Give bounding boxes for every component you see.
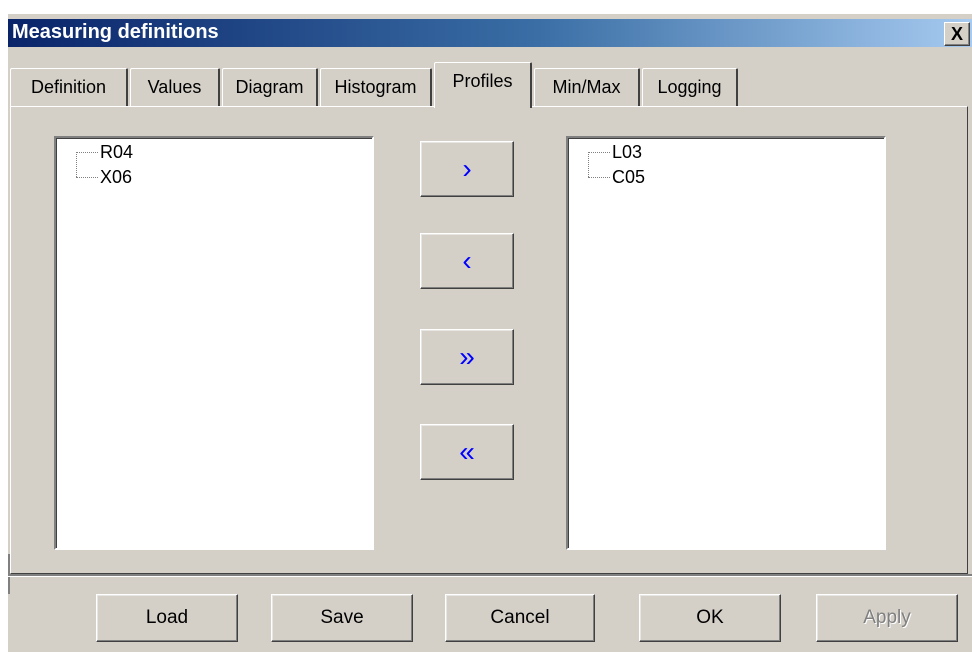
move-all-right-button[interactable]: »	[420, 329, 514, 385]
close-button[interactable]: X	[944, 22, 970, 46]
save-button[interactable]: Save	[271, 594, 413, 642]
tab-strip: Definition Values Diagram Histogram Prof…	[10, 54, 970, 114]
chevron-left-icon: ‹	[462, 245, 472, 276]
apply-button: Apply	[816, 594, 958, 642]
list-item-label: X06	[100, 166, 133, 187]
move-all-left-button[interactable]: «	[420, 424, 514, 480]
tree-branch	[588, 176, 610, 178]
selected-profiles-list[interactable]: L03 C05	[566, 136, 886, 550]
double-chevron-left-icon: «	[459, 436, 475, 467]
list-item[interactable]: C05	[588, 165, 645, 189]
list-item[interactable]: L03	[588, 140, 642, 164]
tab-profiles[interactable]: Profiles	[434, 62, 532, 108]
list-item-label: L03	[612, 141, 643, 162]
move-right-button[interactable]: ›	[420, 141, 514, 197]
list-item-label: R04	[100, 141, 134, 162]
dialog-window: Measuring definitions X Definition Value…	[8, 14, 972, 652]
list-item-label: C05	[612, 166, 646, 187]
tree-branch	[76, 151, 98, 153]
cancel-button[interactable]: Cancel	[445, 594, 595, 642]
footer-separator	[8, 574, 972, 577]
tab-values[interactable]: Values	[130, 68, 220, 106]
tree-branch	[76, 176, 98, 178]
move-left-button[interactable]: ‹	[420, 233, 514, 289]
ok-button[interactable]: OK	[639, 594, 781, 642]
title-bar[interactable]: Measuring definitions X	[8, 19, 972, 47]
tree-branch	[588, 151, 610, 153]
double-chevron-right-icon: »	[459, 341, 475, 372]
tab-logging[interactable]: Logging	[642, 68, 738, 106]
window-title: Measuring definitions	[12, 21, 219, 43]
close-icon: X	[950, 24, 963, 44]
list-item[interactable]: R04	[76, 140, 133, 164]
chevron-right-icon: ›	[462, 153, 472, 184]
tab-diagram[interactable]: Diagram	[222, 68, 318, 106]
load-button[interactable]: Load	[96, 594, 238, 642]
available-profiles-list[interactable]: R04 X06	[54, 136, 374, 550]
tab-min-max[interactable]: Min/Max	[534, 68, 640, 106]
tab-definition[interactable]: Definition	[10, 68, 128, 106]
list-item[interactable]: X06	[76, 165, 132, 189]
tab-histogram[interactable]: Histogram	[320, 68, 432, 106]
